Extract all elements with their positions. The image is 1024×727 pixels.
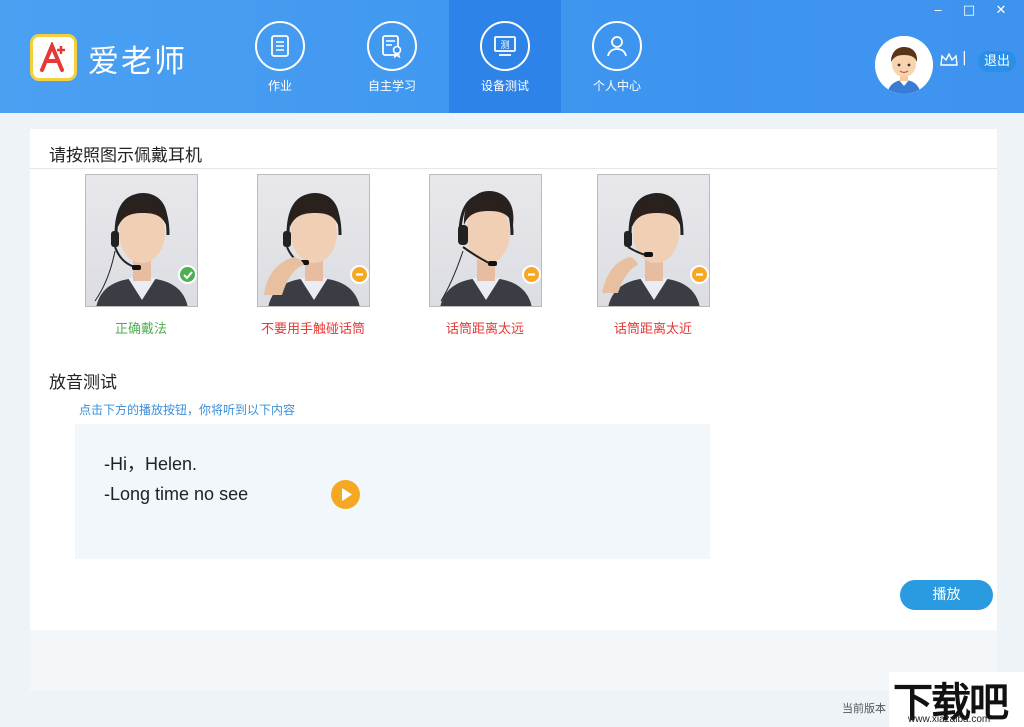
main-panel: 请按照图示佩戴耳机 正确戴法 不要用手触碰话筒 话筒距离太远 话筒距离太近 放音… [30,129,997,630]
crown-icon[interactable] [940,53,958,67]
app-logo [30,34,77,81]
tab-personal-center[interactable]: 个人中心 [561,0,673,113]
user-icon [592,21,642,71]
logo-mark-icon [40,42,65,72]
svg-text:测: 测 [500,40,509,51]
dialogue-line: -Hi，Helen. [104,454,198,474]
caption-hand-touching-mic: 不要用手触碰话筒 [260,322,365,337]
tab-self-study[interactable]: 自主学习 [336,0,448,113]
caption-mic-too-far: 话筒距离太远 [445,322,524,337]
avatar[interactable] [875,36,933,94]
play-button[interactable]: 播放 [900,580,993,610]
play-icon[interactable] [331,480,360,509]
minus-icon [350,265,369,284]
minus-icon [522,265,541,284]
tab-label: 自主学习 [367,79,416,93]
tab-homework[interactable]: 作业 [224,0,336,113]
watermark-url: www.xiazaiba.com [908,714,991,725]
divider [30,168,997,169]
close-button[interactable]: ✕ [988,2,1014,20]
headset-photo-correct [85,174,198,307]
certificate-icon [367,21,417,71]
watermark-logo: 下载吧 www.xiazaiba.com [889,672,1024,727]
headset-photo-mic-too-close [597,174,710,307]
separator: | [962,50,967,66]
footer-area [30,630,997,691]
logout-button[interactable]: 退出 [978,51,1016,72]
headset-section-title: 请按照图示佩戴耳机 [49,146,202,166]
dialogue-line: -Long time no see [104,484,249,504]
caption-mic-too-close: 话筒距离太近 [613,322,692,337]
minimize-button[interactable]: ‒ [925,2,951,20]
check-icon [178,265,197,284]
tab-label: 设备测试 [480,79,529,93]
caption-correct: 正确戴法 [114,322,167,337]
app-title: 爱老师 [88,44,187,80]
headset-photo-mic-too-far [429,174,542,307]
dialogue-box: -Hi，Helen. -Long time no see [75,424,710,559]
version-label: 当前版本 [842,702,886,715]
playback-section-title: 放音测试 [49,373,117,393]
headset-photo-hand-touching-mic [257,174,370,307]
tab-label: 个人中心 [592,79,641,93]
tab-label: 作业 [267,79,292,93]
tab-device-test[interactable]: 测 设备测试 [449,0,561,113]
minus-icon [690,265,709,284]
maximize-button[interactable]: □ [956,2,982,20]
clipboard-icon [255,21,305,71]
playback-hint: 点击下方的播放按钮，你将听到以下内容 [79,403,296,417]
app-header: 爱老师 作业 自主学习 测 设备测试 个人中心 | 退出 ‒ □ ✕ [0,0,1024,113]
test-monitor-icon: 测 [480,21,530,71]
